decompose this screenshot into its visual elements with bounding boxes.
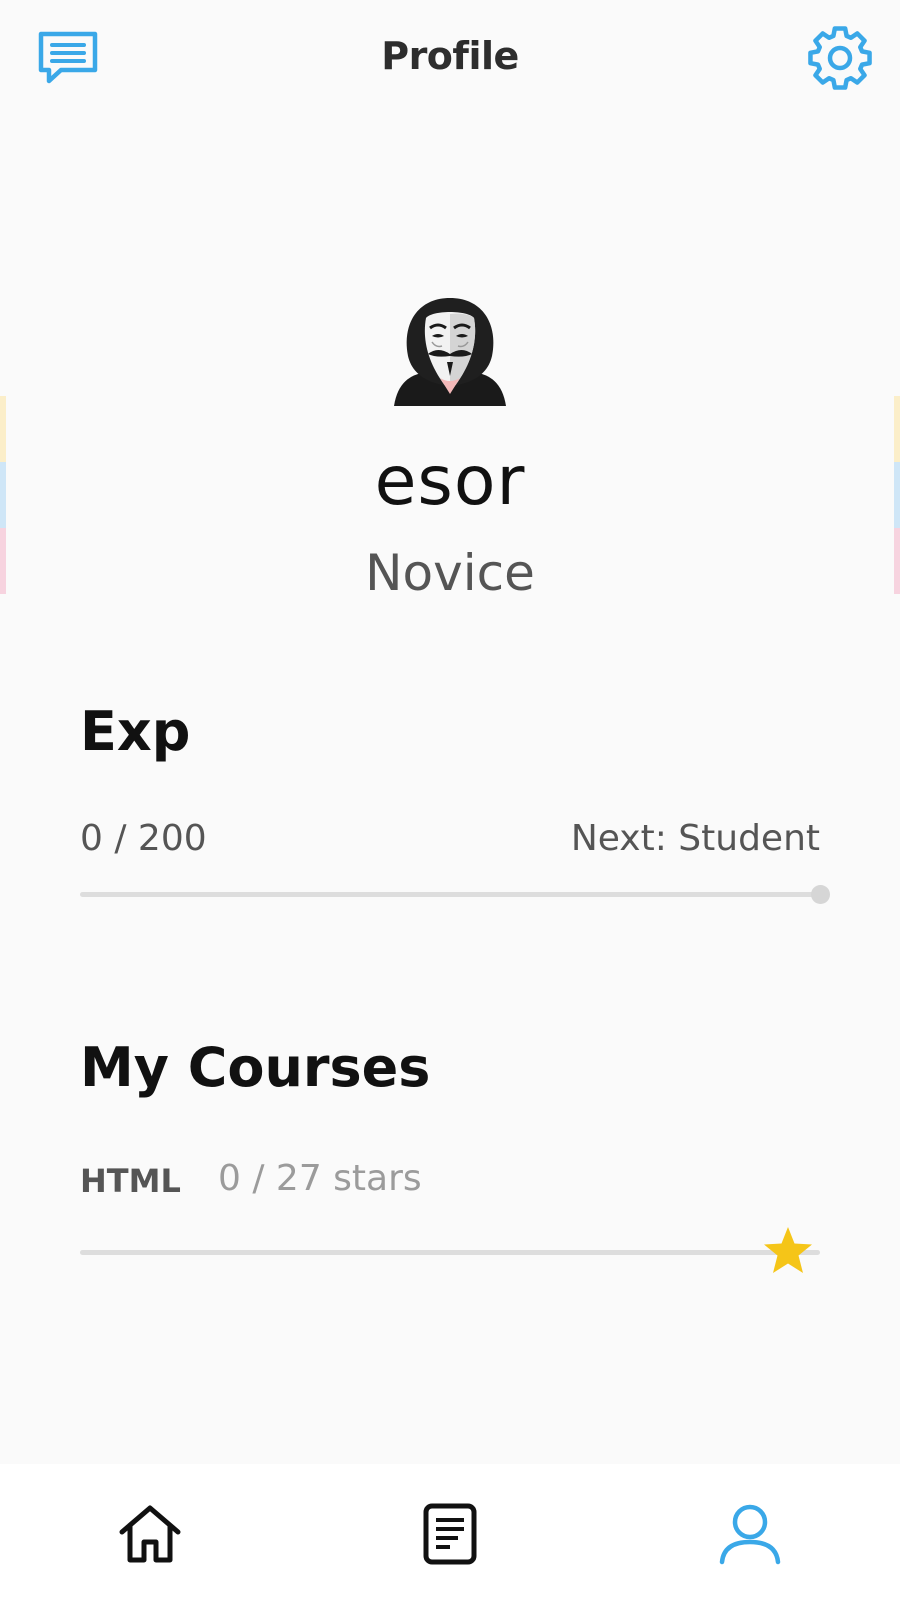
nav-profile-button[interactable] <box>710 1494 790 1574</box>
nav-home-button[interactable] <box>110 1494 190 1574</box>
nav-courses-button[interactable] <box>410 1494 490 1574</box>
star-icon <box>764 1227 812 1273</box>
rank-label: Novice <box>365 544 535 602</box>
next-rank-label: Next: Student <box>570 818 820 859</box>
course-stars-count: 0 / 27 stars <box>218 1158 422 1199</box>
home-icon <box>119 1505 181 1563</box>
header: Profile <box>0 0 900 120</box>
course-progress-bar <box>80 1250 820 1255</box>
settings-button[interactable] <box>804 22 876 94</box>
exp-value: 0 / 200 <box>80 818 207 859</box>
courses-icon <box>423 1503 477 1565</box>
exp-title: Exp <box>80 700 191 763</box>
username: esor <box>374 442 526 521</box>
gear-outline <box>808 26 872 90</box>
profile-icon <box>719 1504 781 1565</box>
course-name: HTML <box>80 1162 181 1200</box>
course-item-html[interactable]: HTML 0 / 27 stars <box>80 1158 840 1208</box>
exp-progress-end-dot <box>811 885 830 904</box>
page-title: Profile <box>381 34 519 78</box>
gear-icon <box>808 26 872 90</box>
bottom-nav <box>0 1464 900 1600</box>
my-courses-title: My Courses <box>80 1036 431 1099</box>
gear-center <box>827 45 853 71</box>
avatar <box>394 298 506 406</box>
exp-progress-bar <box>80 885 830 904</box>
profile-screen: Profile esor Novice Exp 0 / 200 Next: St… <box>0 0 900 1600</box>
